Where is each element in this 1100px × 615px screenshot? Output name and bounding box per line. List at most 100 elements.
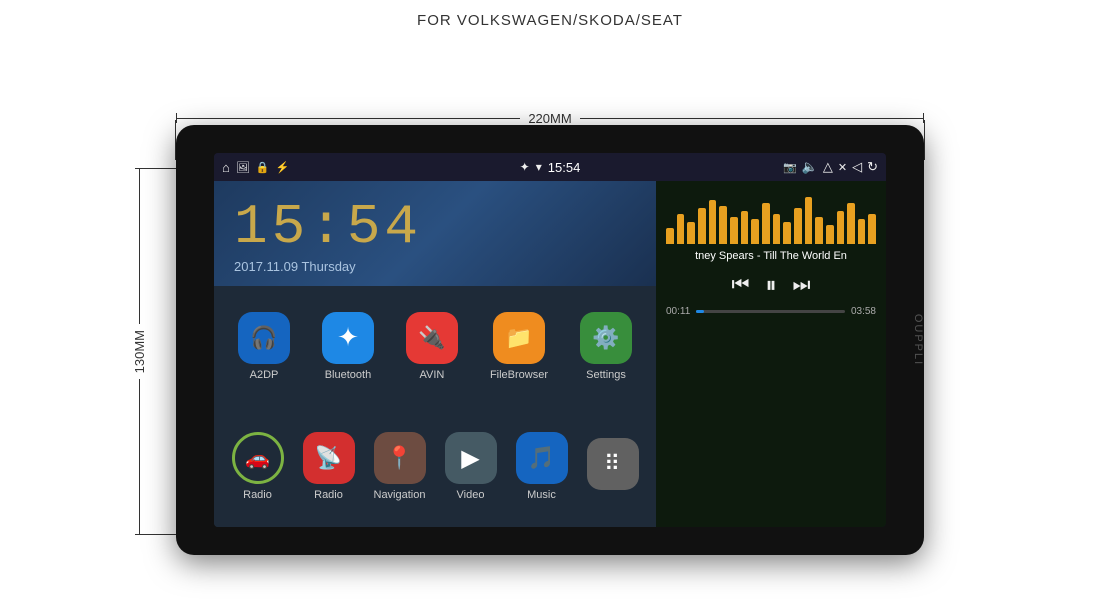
progress-row: 00:11 03:58 [666,306,876,317]
avin-icon: 🔌 [406,312,458,364]
app-radio[interactable]: 📡 Radio [303,432,355,501]
screen-content: 15:54 2017.11.09 Thursday 🎧 A2DP ✦ Bluet… [214,181,886,527]
eq-bar [858,219,866,244]
video-label: Video [457,489,485,501]
dim-height-container: 130MM [132,168,147,535]
clock-date: 2017.11.09 Thursday [234,259,636,274]
home-icon: ⌂ [222,160,230,175]
a2dp-label: A2DP [250,369,279,381]
navigation-label: Navigation [374,489,426,501]
stop-icon: ✕ [838,161,847,174]
equalizer [666,189,876,244]
volume-icon: 🔈 [802,159,818,175]
camera-icon: 📷 [783,161,797,174]
eq-bar [709,200,717,244]
radio-label: Radio [314,489,343,501]
bluetooth-status-icon: ✦ [520,160,530,174]
video-icon: ▶ [445,432,497,484]
wifi-icon: ▾ [536,160,542,174]
more-apps-icon: ⠿ [587,438,639,490]
settings-icon: ⚙️ [580,312,632,364]
app-bluetooth[interactable]: ✦ Bluetooth [322,312,374,381]
avin-label: AVIN [420,369,445,381]
clock-time: 15:54 [234,199,636,255]
app-a2dp[interactable]: 🎧 A2DP [238,312,290,381]
status-time: 15:54 [548,160,581,175]
lock-icon: 🔒 [256,161,270,174]
app-more[interactable]: ⠿ [587,438,639,495]
app-filebrowser[interactable]: 📁 FileBrowser [490,312,548,381]
prev-button[interactable]: ⏮ [731,274,749,297]
filebrowser-label: FileBrowser [490,369,548,381]
eq-bar [783,222,791,244]
car-icon: 🚗 [232,432,284,484]
eq-bar [730,217,738,245]
eq-bar [794,208,802,244]
app-music[interactable]: 🎵 Music [516,432,568,501]
dim-line-h [177,118,520,119]
progress-fill [696,310,703,313]
music-icon: 🎵 [516,432,568,484]
eq-bar [687,222,695,244]
eq-bar [773,214,781,244]
left-panel: 15:54 2017.11.09 Thursday 🎧 A2DP ✦ Bluet… [214,181,656,527]
settings-label: Settings [586,369,626,381]
back-icon: ◁ [852,159,862,175]
app-video[interactable]: ▶ Video [445,432,497,501]
eq-bar [741,211,749,244]
usb-icon: ⚡ [276,161,290,174]
app-avin[interactable]: 🔌 AVIN [406,312,458,381]
clock-widget: 15:54 2017.11.09 Thursday [214,181,656,286]
page-title: FOR VOLKSWAGEN/SKODA/SEAT [0,0,1100,29]
eq-bar [868,214,876,244]
eject-icon: △ [823,159,833,175]
screen: ⌂ 🖼 🔒 ⚡ ✦ ▾ 15:54 📷 🔈 △ ✕ ◁ ↻ [214,153,886,527]
eq-bar [847,203,855,244]
eq-bar [805,197,813,244]
dim-height-label: 130MM [132,324,147,379]
eq-bar [837,211,845,244]
eq-bar [815,217,823,245]
app-navigation[interactable]: 📍 Navigation [374,432,426,501]
eq-bar [826,225,834,244]
time-elapsed: 00:11 [666,306,690,317]
eq-bar [751,219,759,244]
dim-tick-bottom [143,534,178,535]
player-controls: ⏮ ⏸ ⏭ [731,272,810,298]
play-button[interactable]: ⏸ [765,272,776,298]
filebrowser-icon: 📁 [493,312,545,364]
device-unit: MIC GPS RST ⌂ 🖼 🔒 ⚡ ✦ ▾ 15:54 📷 🔈 △ ✕ ◁ [176,125,924,555]
eq-bar [762,203,770,244]
app-grid: 🎧 A2DP ✦ Bluetooth 🔌 AVIN 📁 [214,286,656,527]
bluetooth-label: Bluetooth [325,369,371,381]
status-bar: ⌂ 🖼 🔒 ⚡ ✦ ▾ 15:54 📷 🔈 △ ✕ ◁ ↻ [214,153,886,181]
radio-icon: 📡 [303,432,355,484]
navigation-icon: 📍 [374,432,426,484]
dim-width-label: 220MM [520,111,579,126]
a2dp-icon: 🎧 [238,312,290,364]
time-total: 03:58 [851,306,876,317]
android-home-icon: ↻ [867,159,878,175]
eq-bar [666,228,674,245]
music-label: Music [527,489,556,501]
dim-line-h2 [580,118,923,119]
music-player: tney Spears - Till The World En ⏮ ⏸ ⏭ 00… [656,181,886,527]
image-icon: 🖼 [236,161,250,174]
progress-bar[interactable] [696,310,845,313]
car-label: Radio [243,489,272,501]
app-row-1: 🎧 A2DP ✦ Bluetooth 🔌 AVIN 📁 [214,286,656,407]
next-button[interactable]: ⏭ [793,274,811,297]
eq-bar [677,214,685,244]
bluetooth-icon: ✦ [322,312,374,364]
app-settings[interactable]: ⚙️ Settings [580,312,632,381]
dim-line-v1 [139,169,140,324]
song-title: tney Spears - Till The World En [666,250,876,262]
eq-bar [698,208,706,244]
eq-bar [719,206,727,245]
dim-tick-right [924,120,925,160]
dim-line-v2 [139,379,140,534]
app-car[interactable]: 🚗 Radio [232,432,284,501]
dim-tick-top [143,168,178,169]
app-row-2: 🚗 Radio 📡 Radio 📍 Navigation ▶ [214,407,656,528]
watermark: OUPPLI [912,314,924,366]
